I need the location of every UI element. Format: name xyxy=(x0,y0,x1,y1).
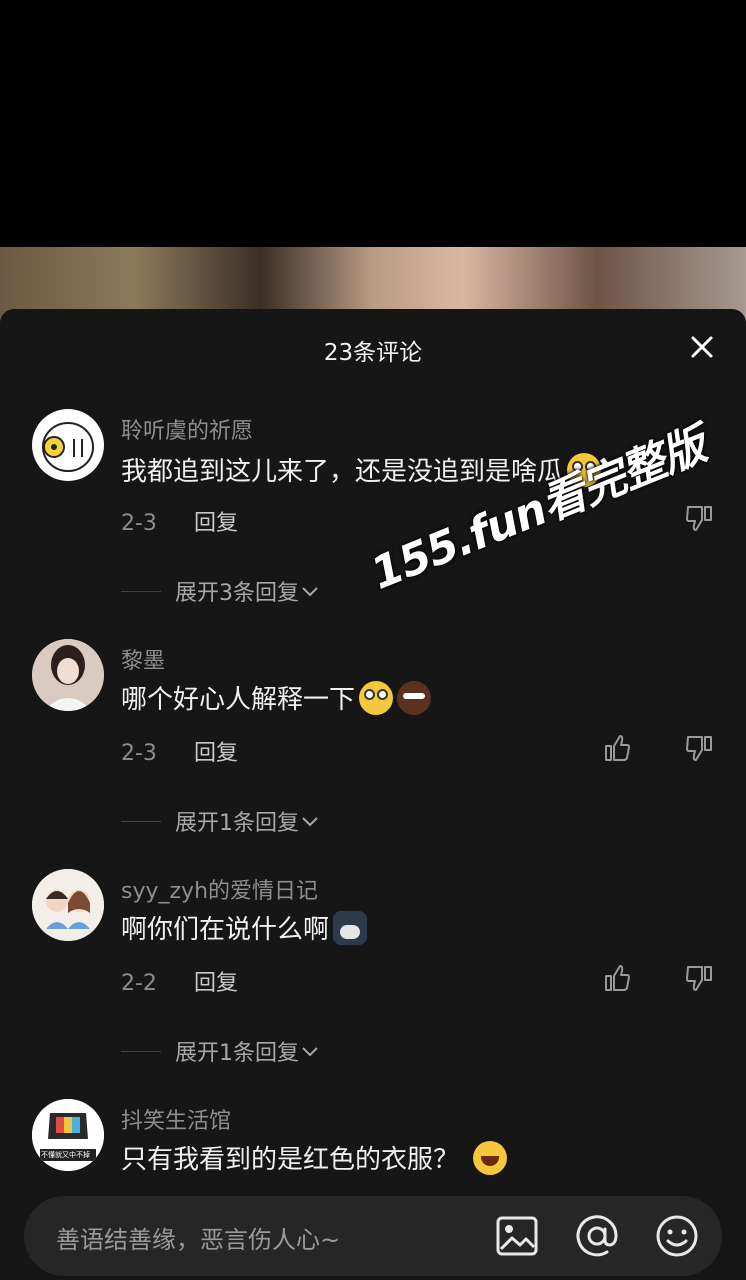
comment-text-content: 只有我看到的是红色的衣服？ xyxy=(121,1145,460,1175)
thumbs-down-icon[interactable] xyxy=(684,963,714,993)
expand-replies-button[interactable]: 展开1条回复 xyxy=(121,1035,321,1067)
sheet-header: 23条评论 xyxy=(0,309,746,389)
comment-date: 2-3 xyxy=(121,511,157,536)
avatar[interactable] xyxy=(32,869,104,941)
image-icon[interactable] xyxy=(494,1213,540,1259)
smiley-icon[interactable] xyxy=(654,1213,700,1259)
expand-replies-label: 展开1条回复 xyxy=(175,1041,299,1066)
avatar-caption: 不懂就又中不掉 xyxy=(41,1151,90,1159)
at-icon[interactable] xyxy=(574,1213,620,1259)
comment-username[interactable]: 抖笑生活馆 xyxy=(121,1103,231,1135)
comment-username[interactable]: syy_zyh的爱情日记 xyxy=(121,873,318,905)
comment-username[interactable]: 聆听虞的祈愿 xyxy=(121,413,253,445)
expand-replies-label: 展开3条回复 xyxy=(175,581,299,606)
reply-button[interactable]: 回复 xyxy=(194,741,238,766)
husky-emoji xyxy=(333,910,368,945)
thumbs-down-icon[interactable] xyxy=(684,503,714,533)
chevron-down-icon xyxy=(302,1047,318,1057)
video-area[interactable] xyxy=(0,0,746,327)
comment-meta: 2-2 回复 xyxy=(121,965,238,997)
avatar[interactable] xyxy=(32,639,104,711)
expand-replies-label: 展开1条回复 xyxy=(175,811,299,836)
comment-text: 哪个好心人解释一下 xyxy=(121,679,432,716)
comment-meta: 2-3 回复 xyxy=(121,505,238,537)
laugh-cry-emoji xyxy=(473,1140,508,1175)
divider-line xyxy=(121,1050,161,1052)
input-placeholder: 善语结善缘，恶言伤人心~ xyxy=(56,1226,341,1254)
comment-text: 啊你们在说什么啊 xyxy=(121,909,368,946)
reply-button[interactable]: 回复 xyxy=(194,511,238,536)
comment-input[interactable]: 善语结善缘，恶言伤人心~ xyxy=(24,1196,722,1276)
comment-text-content: 哪个好心人解释一下 xyxy=(121,685,356,715)
comment-input-bar: 善语结善缘，恶言伤人心~ xyxy=(0,1180,746,1280)
comment-date: 2-2 xyxy=(121,971,157,996)
expand-replies-button[interactable]: 展开1条回复 xyxy=(121,805,321,837)
thumbs-up-icon[interactable] xyxy=(602,733,632,763)
chevron-down-icon xyxy=(302,587,318,597)
comment-text-content: 啊你们在说什么啊 xyxy=(121,915,330,945)
thumbs-down-icon[interactable] xyxy=(684,733,714,763)
thumbs-up-icon[interactable] xyxy=(602,963,632,993)
avatar[interactable]: 不懂就又中不掉 xyxy=(32,1099,104,1171)
comment-text-content: 我都追到这儿来了，还是没追到是啥瓜 xyxy=(121,457,564,487)
sheet-title: 23条评论 xyxy=(323,340,423,366)
close-icon[interactable] xyxy=(686,331,718,363)
reply-button[interactable]: 回复 xyxy=(194,971,238,996)
divider-line xyxy=(121,820,161,822)
stare-emoji xyxy=(359,680,394,715)
comment-meta: 2-3 回复 xyxy=(121,735,238,767)
avatar[interactable] xyxy=(32,409,104,481)
brown-smirk-emoji xyxy=(397,680,432,715)
chevron-down-icon xyxy=(302,817,318,827)
comment-date: 2-3 xyxy=(121,741,157,766)
expand-replies-button[interactable]: 展开3条回复 xyxy=(121,575,321,607)
divider-line xyxy=(121,590,161,592)
comment-username[interactable]: 黎墨 xyxy=(121,643,165,675)
comment-text: 只有我看到的是红色的衣服？ xyxy=(121,1139,508,1176)
